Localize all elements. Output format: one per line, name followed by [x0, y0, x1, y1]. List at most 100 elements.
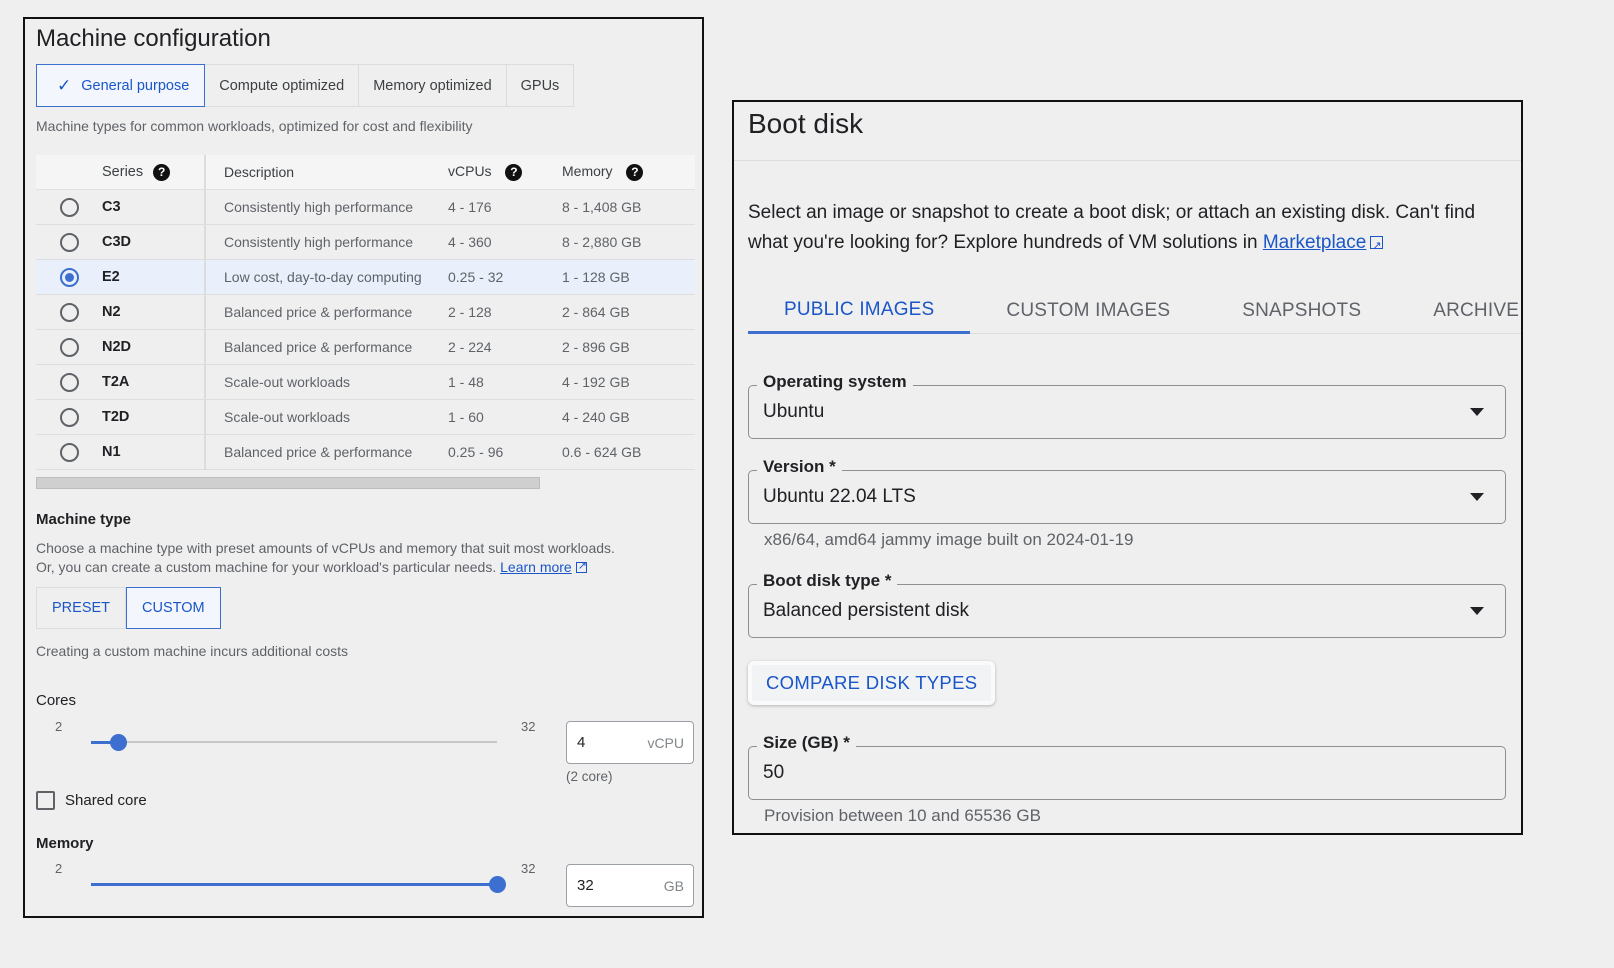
version-value: Ubuntu 22.04 LTS — [763, 486, 916, 507]
memory-min: 2 — [55, 861, 63, 876]
tab-label: GPUs — [520, 77, 560, 94]
boot-disk-panel: Boot disk Select an image or snapshot to… — [732, 100, 1523, 835]
series-vcpus: 0.25 - 96 — [448, 444, 504, 460]
boot-disk-type-select[interactable]: Boot disk type * Balanced persistent dis… — [748, 571, 1506, 638]
series-description: Balanced price & performance — [224, 304, 413, 320]
compare-disk-types-button[interactable]: COMPARE DISK TYPES — [748, 661, 996, 705]
series-radio[interactable] — [59, 372, 79, 392]
cores-label: Cores — [36, 692, 77, 709]
machine-configuration-panel: Machine configuration ✓ General purpose … — [23, 17, 704, 918]
tab-general-purpose[interactable]: ✓ General purpose — [36, 64, 206, 107]
series-description: Scale-out workloads — [224, 409, 351, 425]
series-radio[interactable] — [59, 197, 79, 217]
table-row[interactable]: T2D Scale-out workloads 1 - 60 4 - 240 G… — [36, 400, 695, 435]
cores-unit: vCPU — [647, 734, 684, 751]
series-radio[interactable] — [59, 232, 79, 252]
series-vcpus: 1 - 60 — [448, 409, 484, 425]
series-memory: 2 - 896 GB — [562, 339, 630, 355]
version-label: Version * — [757, 457, 842, 477]
memory-unit: GB — [663, 877, 684, 894]
series-vcpus: 1 - 48 — [448, 374, 484, 390]
tab-memory-optimized[interactable]: Memory optimized — [359, 64, 507, 107]
series-memory: 1 - 128 GB — [562, 269, 630, 285]
series-memory: 8 - 2,880 GB — [562, 234, 642, 250]
series-name: N2 — [102, 295, 206, 329]
series-radio[interactable] — [59, 267, 79, 287]
table-row[interactable]: N2 Balanced price & performance 2 - 128 … — [36, 295, 695, 330]
size-hint: Provision between 10 and 65536 GB — [764, 806, 1041, 825]
tab-public-images[interactable]: PUBLIC IMAGES — [748, 288, 971, 334]
series-vcpus: 0.25 - 32 — [448, 269, 504, 285]
table-row[interactable]: N1 Balanced price & performance 0.25 - 9… — [36, 435, 695, 470]
help-icon[interactable]: ? — [505, 163, 523, 181]
help-icon[interactable]: ? — [153, 163, 171, 181]
series-radio[interactable] — [59, 407, 79, 427]
memory-label: Memory — [36, 835, 94, 852]
size-input[interactable]: Size (GB) * 50 — [748, 733, 1506, 800]
series-name: T2A — [102, 365, 206, 399]
table-row[interactable]: T2A Scale-out workloads 1 - 48 4 - 192 G… — [36, 365, 695, 400]
shared-core-checkbox[interactable] — [36, 791, 55, 810]
cores-slider-track[interactable] — [91, 741, 497, 743]
check-icon: ✓ — [57, 75, 72, 95]
help-icon[interactable]: ? — [626, 163, 644, 181]
series-name: E2 — [102, 260, 206, 294]
operating-system-label: Operating system — [757, 372, 913, 392]
size-value: 50 — [763, 762, 785, 783]
memory-slider-thumb[interactable] — [488, 876, 506, 893]
series-name: N2D — [102, 330, 206, 364]
series-radio[interactable] — [59, 337, 79, 357]
series-header: Series — [102, 164, 144, 180]
table-row[interactable]: N2D Balanced price & performance 2 - 224… — [36, 330, 695, 365]
series-radio[interactable] — [59, 302, 79, 322]
image-source-tabs: PUBLIC IMAGES CUSTOM IMAGES SNAPSHOTS AR… — [748, 288, 1521, 334]
table-row[interactable]: E2 Low cost, day-to-day computing 0.25 -… — [36, 260, 695, 295]
memory-value: 32 — [577, 877, 594, 894]
memory-input[interactable]: 32 GB — [566, 864, 694, 907]
series-name: C3D — [102, 225, 206, 259]
vcpus-header: vCPUs — [448, 163, 492, 180]
boot-disk-description: Select an image or snapshot to create a … — [748, 198, 1508, 261]
cores-slider-thumb[interactable] — [109, 734, 127, 751]
tab-archive-snapshots[interactable]: ARCHIVE SNA — [1397, 288, 1521, 334]
cores-max: 32 — [521, 719, 536, 734]
series-memory: 2 - 864 GB — [562, 304, 630, 320]
custom-button[interactable]: CUSTOM — [126, 587, 221, 629]
version-select[interactable]: Version * Ubuntu 22.04 LTS — [748, 457, 1506, 524]
series-name: N1 — [102, 435, 206, 469]
tab-custom-images[interactable]: CUSTOM IMAGES — [970, 288, 1206, 334]
dropdown-arrow-icon — [1470, 607, 1484, 615]
table-row[interactable]: C3D Consistently high performance 4 - 36… — [36, 225, 695, 260]
boot-disk-title: Boot disk — [748, 108, 864, 139]
machine-family-subtitle: Machine types for common workloads, opti… — [36, 118, 473, 134]
series-radio[interactable] — [59, 442, 79, 462]
tab-snapshots[interactable]: SNAPSHOTS — [1206, 288, 1397, 334]
cores-input[interactable]: 4 vCPU — [566, 721, 694, 764]
preset-button[interactable]: PRESET — [36, 587, 127, 629]
series-description: Consistently high performance — [224, 234, 414, 250]
external-link-icon — [1370, 231, 1384, 261]
boot-disk-type-value: Balanced persistent disk — [763, 600, 969, 621]
machine-type-description: Choose a machine type with preset amount… — [36, 539, 615, 577]
marketplace-link[interactable]: Marketplace — [1263, 232, 1367, 253]
tab-compute-optimized[interactable]: Compute optimized — [205, 64, 360, 107]
table-row[interactable]: C3 Consistently high performance 4 - 176… — [36, 190, 695, 225]
shared-core-row[interactable]: Shared core — [36, 791, 147, 810]
series-memory: 8 - 1,408 GB — [562, 199, 642, 215]
machine-type-desc-line2-wrap: Or, you can create a custom machine for … — [36, 557, 615, 577]
tab-label: Compute optimized — [219, 77, 345, 94]
series-description: Low cost, day-to-day computing — [224, 269, 422, 285]
series-vcpus: 4 - 360 — [448, 234, 492, 250]
series-vcpus: 2 - 224 — [448, 339, 492, 355]
series-name: T2D — [102, 400, 206, 434]
series-description: Balanced price & performance — [224, 339, 413, 355]
table-horizontal-scrollbar[interactable] — [36, 477, 540, 489]
size-label: Size (GB) * — [757, 733, 856, 753]
cores-min: 2 — [55, 719, 63, 734]
tab-gpus[interactable]: GPUs — [506, 64, 575, 107]
series-memory: 0.6 - 624 GB — [562, 444, 642, 460]
operating-system-select[interactable]: Operating system Ubuntu — [748, 372, 1506, 439]
learn-more-link[interactable]: Learn more — [500, 559, 572, 575]
series-vcpus: 2 - 128 — [448, 304, 492, 320]
version-hint: x86/64, amd64 jammy image built on 2024-… — [764, 530, 1134, 549]
